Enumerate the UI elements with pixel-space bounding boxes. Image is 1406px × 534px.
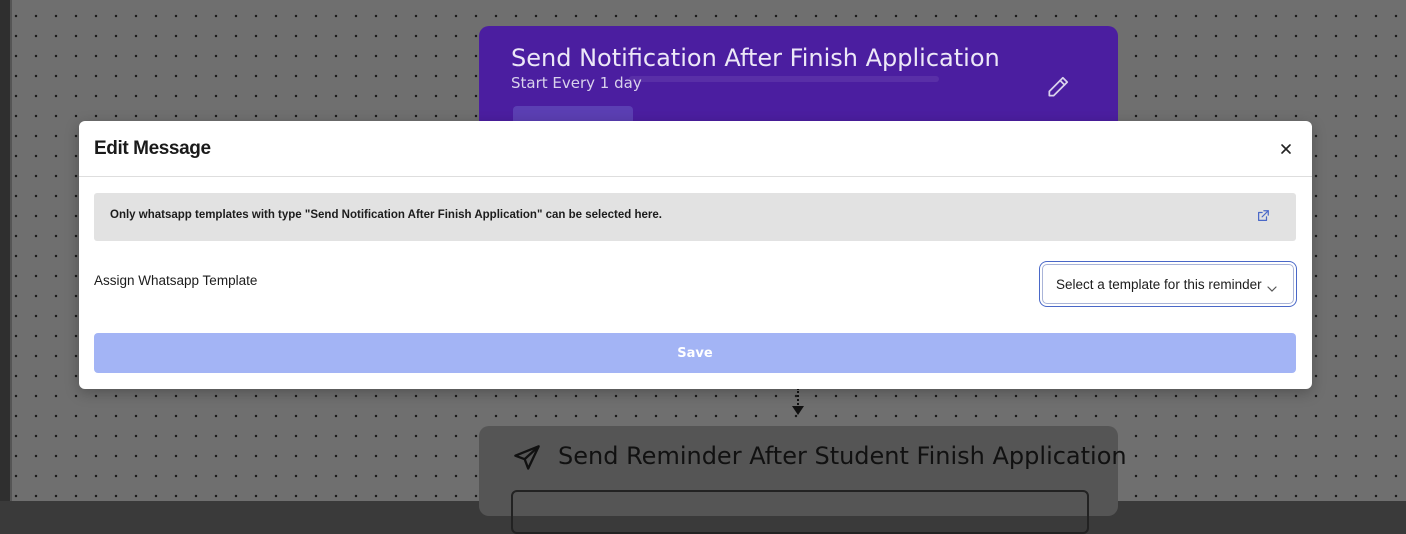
flow-node-title: Send Notification After Finish Applicati… [511, 44, 1000, 72]
flow-node-reminder[interactable]: Send Reminder After Student Finish Appli… [479, 426, 1127, 534]
template-select[interactable]: Select a template for this reminder [1042, 264, 1294, 304]
flow-node-title: Send Reminder After Student Finish Appli… [558, 442, 1127, 470]
save-button[interactable]: Save [94, 333, 1296, 373]
arrow-down-icon [792, 406, 804, 415]
notice-text: Only whatsapp templates with type "Send … [110, 209, 662, 221]
send-icon [513, 444, 541, 472]
external-link-icon[interactable] [1256, 209, 1270, 223]
left-edge-panel [0, 0, 12, 501]
modal-header: Edit Message [79, 121, 1312, 177]
close-icon[interactable] [1278, 141, 1294, 157]
edit-message-modal: Edit Message Only whatsapp templates wit… [79, 121, 1312, 389]
flow-node-subtitle: Start Every 1 day [511, 74, 642, 92]
flow-connector [797, 388, 801, 408]
select-value: Select a template for this reminder [1056, 277, 1262, 292]
assign-template-label: Assign Whatsapp Template [94, 273, 258, 288]
chevron-down-icon [1267, 280, 1277, 292]
flow-node-faint-text [629, 76, 939, 82]
modal-title: Edit Message [94, 138, 211, 159]
pencil-icon[interactable] [1045, 74, 1071, 100]
flow-node-content-box [511, 490, 1089, 534]
template-notice: Only whatsapp templates with type "Send … [94, 193, 1296, 241]
